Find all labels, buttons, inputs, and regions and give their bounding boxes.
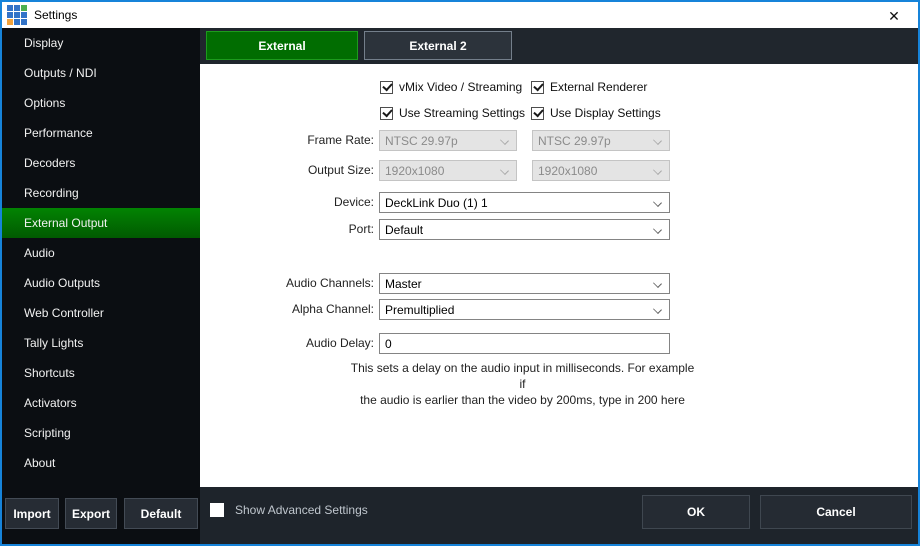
sidebar-item-label: Shortcuts [24, 366, 75, 380]
frame-rate-select-1: NTSC 29.97p [379, 130, 517, 151]
output-size-label: Output Size: [282, 160, 374, 181]
vmix-video-streaming-checkbox[interactable]: vMix Video / Streaming [380, 80, 522, 94]
checkbox-icon [531, 81, 544, 94]
alpha-channel-select[interactable]: Premultiplied [379, 299, 670, 320]
sidebar-item-label: Performance [24, 126, 93, 140]
device-label: Device: [282, 192, 374, 213]
port-label: Port: [282, 219, 374, 240]
sidebar-item-label: Audio Outputs [24, 276, 100, 290]
frame-rate-select-2: NTSC 29.97p [532, 130, 670, 151]
sidebar-item-decoders[interactable]: Decoders [2, 148, 200, 178]
chevron-down-icon [500, 166, 509, 175]
checkbox-icon [380, 107, 393, 120]
export-button[interactable]: Export [65, 498, 117, 529]
sidebar-item-options[interactable]: Options [2, 88, 200, 118]
footer-bar: Show Advanced Settings OK Cancel [200, 487, 918, 544]
alpha-channel-label: Alpha Channel: [282, 299, 374, 320]
alpha-channel-value: Premultiplied [385, 303, 454, 317]
audio-delay-help: This sets a delay on the audio input in … [350, 360, 695, 408]
title-bar: Settings ✕ [2, 2, 918, 28]
external-output-form: vMix Video / Streaming External Renderer… [200, 64, 918, 487]
sidebar-item-label: Web Controller [24, 306, 104, 320]
sidebar-item-label: Recording [24, 186, 79, 200]
sidebar-item-label: Display [24, 36, 63, 50]
checkbox-label: Show Advanced Settings [235, 503, 368, 517]
chevron-down-icon [653, 166, 662, 175]
sidebar-footer-buttons: Import Export Default [5, 498, 204, 529]
sidebar-item-outputs-ndi[interactable]: Outputs / NDI [2, 58, 200, 88]
sidebar-item-scripting[interactable]: Scripting [2, 418, 200, 448]
frame-rate-value: NTSC 29.97p [385, 134, 458, 148]
output-size-value: 1920x1080 [385, 164, 444, 178]
settings-sidebar: Display Outputs / NDI Options Performanc… [2, 28, 200, 544]
help-line-2: the audio is earlier than the video by 2… [350, 392, 695, 408]
sidebar-item-label: Tally Lights [24, 336, 83, 350]
checkbox-label: Use Display Settings [550, 106, 661, 120]
output-size-select-2: 1920x1080 [532, 160, 670, 181]
checkbox-label: External Renderer [550, 80, 647, 94]
checkbox-icon [531, 107, 544, 120]
audio-delay-value: 0 [385, 337, 392, 351]
frame-rate-value: NTSC 29.97p [538, 134, 611, 148]
sidebar-item-audio[interactable]: Audio [2, 238, 200, 268]
audio-delay-input[interactable]: 0 [379, 333, 670, 354]
frame-rate-label: Frame Rate: [282, 130, 374, 151]
chevron-down-icon [653, 279, 662, 288]
sidebar-item-audio-outputs[interactable]: Audio Outputs [2, 268, 200, 298]
sidebar-item-recording[interactable]: Recording [2, 178, 200, 208]
show-advanced-settings-checkbox[interactable]: Show Advanced Settings [210, 503, 368, 517]
chevron-down-icon [500, 136, 509, 145]
external-renderer-checkbox[interactable]: External Renderer [531, 80, 647, 94]
sidebar-item-label: Decoders [24, 156, 75, 170]
default-button[interactable]: Default [124, 498, 198, 529]
sidebar-item-web-controller[interactable]: Web Controller [2, 298, 200, 328]
checkbox-label: Use Streaming Settings [399, 106, 525, 120]
use-display-settings-checkbox[interactable]: Use Display Settings [531, 106, 661, 120]
ok-button[interactable]: OK [642, 495, 750, 529]
device-select[interactable]: DeckLink Duo (1) 1 [379, 192, 670, 213]
main-panel: External External 2 vMix Video / Streami… [200, 28, 918, 544]
audio-delay-label: Audio Delay: [282, 333, 374, 354]
tab-strip: External External 2 [200, 28, 918, 64]
sidebar-item-label: Activators [24, 396, 77, 410]
checkbox-icon [380, 81, 393, 94]
port-value: Default [385, 223, 423, 237]
settings-window: Settings ✕ Display Outputs / NDI Options… [0, 0, 920, 546]
sidebar-item-performance[interactable]: Performance [2, 118, 200, 148]
chevron-down-icon [653, 136, 662, 145]
sidebar-item-label: Outputs / NDI [24, 66, 97, 80]
help-line-1: This sets a delay on the audio input in … [350, 360, 695, 392]
sidebar-item-label: Scripting [24, 426, 71, 440]
output-size-select-1: 1920x1080 [379, 160, 517, 181]
sidebar-item-about[interactable]: About [2, 448, 200, 478]
sidebar-item-shortcuts[interactable]: Shortcuts [2, 358, 200, 388]
sidebar-item-external-output[interactable]: External Output [2, 208, 200, 238]
output-size-value: 1920x1080 [538, 164, 597, 178]
sidebar-item-activators[interactable]: Activators [2, 388, 200, 418]
sidebar-item-label: About [24, 456, 55, 470]
audio-channels-label: Audio Channels: [282, 273, 374, 294]
sidebar-item-tally-lights[interactable]: Tally Lights [2, 328, 200, 358]
tab-external[interactable]: External [206, 31, 358, 60]
port-select[interactable]: Default [379, 219, 670, 240]
use-streaming-settings-checkbox[interactable]: Use Streaming Settings [380, 106, 525, 120]
audio-channels-select[interactable]: Master [379, 273, 670, 294]
chevron-down-icon [653, 225, 662, 234]
sidebar-item-label: External Output [24, 216, 107, 230]
sidebar-item-label: Options [24, 96, 65, 110]
checkbox-label: vMix Video / Streaming [399, 80, 522, 94]
chevron-down-icon [653, 198, 662, 207]
checkbox-icon [210, 503, 224, 517]
close-icon[interactable]: ✕ [884, 6, 904, 26]
tab-external-2[interactable]: External 2 [364, 31, 512, 60]
chevron-down-icon [653, 305, 662, 314]
sidebar-item-label: Audio [24, 246, 55, 260]
audio-channels-value: Master [385, 277, 422, 291]
device-value: DeckLink Duo (1) 1 [385, 196, 488, 210]
import-button[interactable]: Import [5, 498, 59, 529]
cancel-button[interactable]: Cancel [760, 495, 912, 529]
vmix-logo-icon [7, 5, 27, 25]
sidebar-item-display[interactable]: Display [2, 28, 200, 58]
window-title: Settings [34, 8, 77, 22]
